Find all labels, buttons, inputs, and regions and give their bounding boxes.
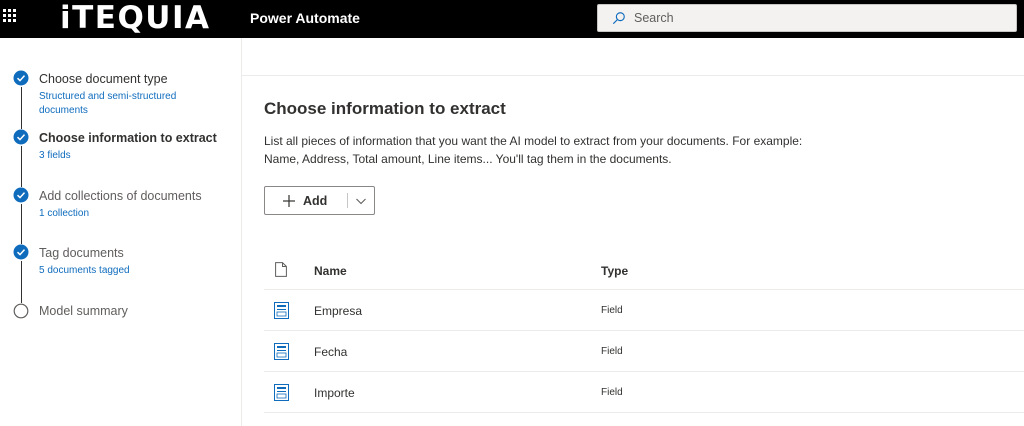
- field-icon: [274, 343, 289, 360]
- step-connector: [20, 146, 22, 187]
- field-name: Empresa: [314, 304, 363, 318]
- split-divider: [347, 193, 348, 208]
- checkmark-circle-icon: [13, 129, 29, 145]
- stepper-sidebar: Choose document type Structured and semi…: [0, 38, 242, 426]
- document-icon: [275, 262, 287, 277]
- table-header: Name Type: [264, 250, 1024, 290]
- app-title[interactable]: Power Automate: [250, 10, 360, 26]
- add-field-button[interactable]: Add: [264, 186, 375, 215]
- step-title: Add collections of documents: [39, 189, 202, 203]
- step-title: Choose document type: [39, 72, 168, 86]
- step-subtitle: 3 fields: [39, 150, 71, 161]
- table-row[interactable]: Fecha Field: [264, 331, 1024, 372]
- field-icon: [274, 384, 289, 401]
- step-connector: [20, 204, 22, 244]
- add-icon: [283, 194, 295, 207]
- checkmark-circle-icon: [13, 244, 29, 260]
- page-description: List all pieces of information that you …: [264, 134, 803, 166]
- table-row[interactable]: Empresa Field: [264, 290, 1024, 331]
- step-connector: [20, 261, 22, 303]
- table-row[interactable]: Importe Field: [264, 372, 1024, 413]
- empty-circle-icon: [13, 303, 29, 319]
- divider: [242, 75, 1024, 76]
- field-name: Fecha: [314, 345, 348, 359]
- field-type: Field: [601, 305, 623, 316]
- chevron-down-icon[interactable]: [355, 195, 367, 207]
- field-type: Field: [601, 387, 623, 398]
- field-type: Field: [601, 346, 623, 357]
- top-bar: iTEQUIA Power Automate: [0, 0, 1024, 38]
- search-icon: [612, 12, 625, 25]
- step-subtitle: Structured and semi-structured: [39, 91, 177, 102]
- step-connector: [20, 87, 22, 129]
- search-box[interactable]: [597, 4, 1017, 32]
- field-icon: [274, 302, 289, 319]
- column-header-type[interactable]: Type: [601, 264, 628, 278]
- field-name: Importe: [314, 386, 355, 400]
- add-button-label: Add: [303, 193, 328, 208]
- step-title: Choose information to extract: [39, 131, 217, 145]
- checkmark-circle-icon: [13, 187, 29, 203]
- itequia-logo: iTEQUIA: [60, 0, 211, 36]
- column-header-name[interactable]: Name: [314, 264, 347, 278]
- step-subtitle: documents: [39, 105, 88, 116]
- waffle-icon[interactable]: [3, 9, 19, 25]
- checkmark-circle-icon: [13, 70, 29, 86]
- step-subtitle: 5 documents tagged: [39, 265, 130, 276]
- step-title: Model summary: [39, 304, 128, 318]
- step-title: Tag documents: [39, 246, 124, 260]
- search-input[interactable]: [634, 11, 1014, 25]
- step-subtitle: 1 collection: [39, 208, 90, 219]
- page-title: Choose information to extract: [264, 99, 506, 118]
